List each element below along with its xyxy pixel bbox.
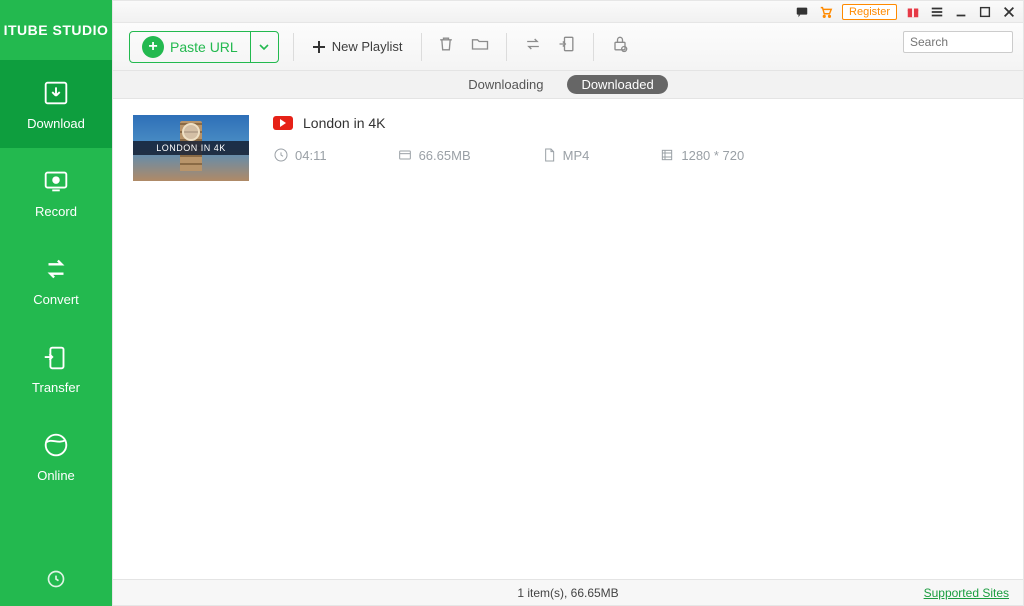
sidebar: ITUBE STUDIO Download Record Convert Tra… [0,0,112,606]
minimize-button[interactable] [953,4,969,20]
tab-downloaded[interactable]: Downloaded [567,75,667,94]
paste-url-button[interactable]: + Paste URL [129,31,279,63]
item-body: London in 4K 04:11 66.65MB [273,115,1003,163]
maximize-button[interactable] [977,4,993,20]
search-input[interactable] [903,31,1013,53]
transfer-button[interactable] [557,34,577,59]
item-title: London in 4K [303,115,386,131]
sidebar-item-label: Online [37,468,75,483]
sidebar-item-label: Convert [33,292,79,307]
register-button[interactable]: Register [842,4,897,20]
gift-icon[interactable] [905,4,921,20]
folder-icon [470,34,490,54]
sidebar-item-label: Record [35,204,77,219]
online-icon [40,430,72,460]
supported-sites-link[interactable]: Supported Sites [924,586,1009,600]
sidebar-item-convert[interactable]: Convert [0,236,112,324]
clock-icon [273,147,289,163]
convert-button[interactable] [523,34,543,59]
size-value: 66.65MB [419,148,471,163]
list-item[interactable]: LONDON IN 4K London in 4K 04:11 [113,99,1023,197]
duration-value: 04:11 [295,148,327,163]
separator [506,33,507,61]
statusbar: 1 item(s), 66.65MB Supported Sites [113,579,1023,605]
meta-duration: 04:11 [273,147,327,163]
meta-format: MP4 [541,147,590,163]
sidebar-item-label: Transfer [32,380,80,395]
size-icon [397,147,413,163]
tool-icons [436,33,630,61]
thumbnail: LONDON IN 4K [133,115,249,181]
paste-url-dropdown[interactable] [250,32,278,62]
close-button[interactable] [1001,4,1017,20]
meta-size: 66.65MB [397,147,471,163]
app-logo: ITUBE STUDIO [0,0,112,60]
plus-icon: + [142,36,164,58]
nav: Download Record Convert Transfer Online [0,60,112,557]
sidebar-item-download[interactable]: Download [0,60,112,148]
convert-icon [40,254,72,284]
sidebar-item-transfer[interactable]: Transfer [0,324,112,412]
transfer-icon [557,34,577,54]
sidebar-clock[interactable] [34,557,78,606]
main: Register + Paste URL [112,0,1024,606]
status-summary: 1 item(s), 66.65MB [517,586,618,600]
cart-icon[interactable] [818,4,834,20]
youtube-icon [273,116,293,130]
menu-icon[interactable] [929,4,945,20]
meta-resolution: 1280 * 720 [659,147,744,163]
new-playlist-label: New Playlist [332,39,403,54]
convert-icon [523,34,543,54]
sidebar-item-label: Download [27,116,85,131]
trash-button[interactable] [436,34,456,59]
transfer-icon [40,342,72,372]
content: LONDON IN 4K London in 4K 04:11 [113,99,1023,579]
separator [293,33,294,61]
thumbnail-caption: LONDON IN 4K [133,141,249,155]
privacy-button[interactable] [610,34,630,59]
paste-url-main: + Paste URL [130,36,250,58]
plus-icon [312,40,326,54]
titlebar: Register [113,1,1023,23]
film-icon [659,147,675,163]
resolution-value: 1280 * 720 [681,148,744,163]
download-icon [40,78,72,108]
format-value: MP4 [563,148,590,163]
chevron-down-icon [259,42,269,52]
paste-url-label: Paste URL [170,39,238,55]
record-icon [40,166,72,196]
folder-button[interactable] [470,34,490,59]
trash-icon [436,34,456,54]
sidebar-item-online[interactable]: Online [0,412,112,500]
file-icon [541,147,557,163]
search-box [903,31,1013,53]
separator [421,33,422,61]
item-title-row: London in 4K [273,115,1003,131]
new-playlist-button[interactable]: New Playlist [308,39,407,54]
feedback-icon[interactable] [794,4,810,20]
tab-downloading[interactable]: Downloading [468,77,543,92]
lock-eye-icon [610,34,630,54]
tabs: Downloading Downloaded [113,71,1023,99]
toolbar: + Paste URL New Playlist [113,23,1023,71]
separator [593,33,594,61]
sidebar-item-record[interactable]: Record [0,148,112,236]
item-meta: 04:11 66.65MB MP4 1280 * 720 [273,147,1003,163]
clock-icon [46,569,66,589]
